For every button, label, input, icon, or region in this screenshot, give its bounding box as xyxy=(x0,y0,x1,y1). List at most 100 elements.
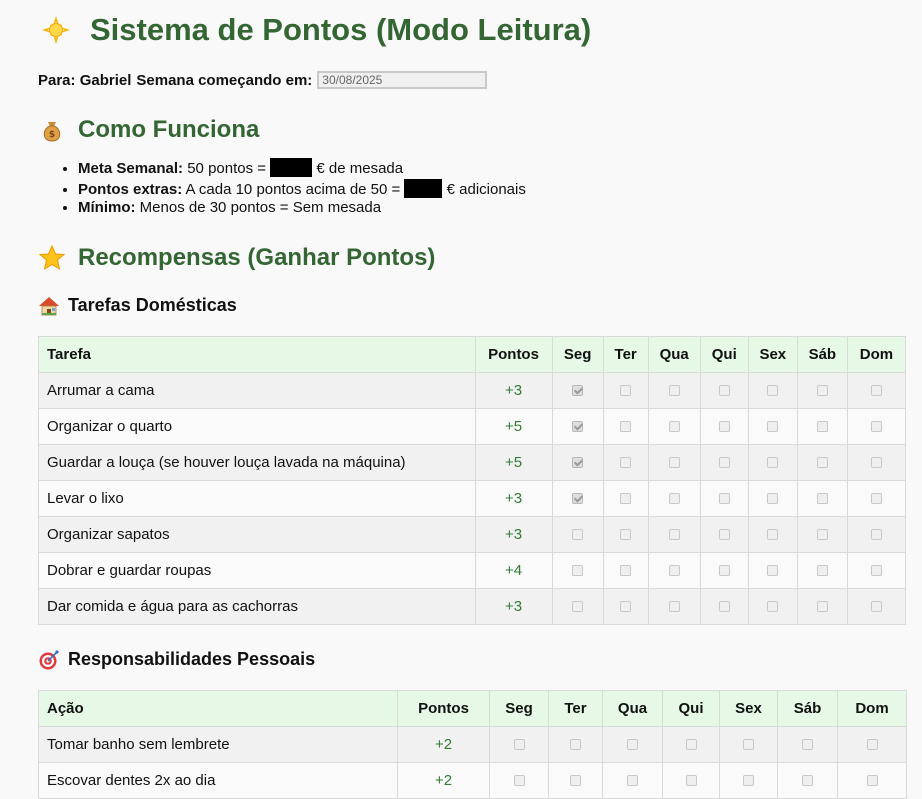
day-checkbox-seg[interactable] xyxy=(572,385,584,397)
day-checkbox-qua[interactable] xyxy=(668,421,680,433)
day-cell xyxy=(846,479,907,517)
day-cell xyxy=(837,761,907,799)
day-checkbox-qua[interactable] xyxy=(668,529,680,541)
day-checkbox-ter[interactable] xyxy=(620,385,632,397)
week-start-label: Semana começando em: xyxy=(136,71,313,89)
day-checkbox-sex[interactable] xyxy=(767,421,779,433)
day-cell xyxy=(602,551,649,589)
day-checkbox-ter[interactable] xyxy=(620,421,632,433)
day-checkbox-qua[interactable] xyxy=(668,385,680,397)
day-cell xyxy=(747,479,798,517)
day-checkbox-dom[interactable] xyxy=(870,457,882,469)
day-checkbox-sáb[interactable] xyxy=(816,529,828,541)
day-cell xyxy=(699,479,749,517)
day-checkbox-seg[interactable] xyxy=(572,565,584,577)
day-checkbox-seg[interactable] xyxy=(572,421,584,433)
day-cell xyxy=(602,761,663,799)
task-points: +5 xyxy=(474,443,553,481)
day-checkbox-sex[interactable] xyxy=(743,775,754,787)
day-checkbox-qui[interactable] xyxy=(718,493,730,505)
day-checkbox-sáb[interactable] xyxy=(802,775,813,787)
day-cell xyxy=(602,479,649,517)
day-checkbox-qui[interactable] xyxy=(685,739,697,751)
day-checkbox-qui[interactable] xyxy=(718,457,730,469)
rule-item: Meta Semanal: 50 pontos = € de mesada xyxy=(78,158,906,179)
day-checkbox-dom[interactable] xyxy=(870,565,882,577)
day-checkbox-qui[interactable] xyxy=(718,385,730,397)
day-cell xyxy=(777,725,838,763)
day-checkbox-sáb[interactable] xyxy=(816,385,828,397)
day-checkbox-sex[interactable] xyxy=(767,385,779,397)
day-checkbox-sáb[interactable] xyxy=(816,421,828,433)
day-checkbox-sex[interactable] xyxy=(767,457,779,469)
day-checkbox-qui[interactable] xyxy=(718,565,730,577)
day-checkbox-seg[interactable] xyxy=(513,739,525,751)
day-cell xyxy=(699,443,749,481)
week-start-input[interactable] xyxy=(317,71,488,89)
day-checkbox-seg[interactable] xyxy=(572,493,584,505)
day-checkbox-qua[interactable] xyxy=(668,493,680,505)
day-checkbox-sex[interactable] xyxy=(767,565,779,577)
day-checkbox-sex[interactable] xyxy=(743,739,754,751)
day-checkbox-qui[interactable] xyxy=(718,601,730,613)
day-checkbox-sáb[interactable] xyxy=(816,601,828,613)
day-checkbox-sáb[interactable] xyxy=(802,739,813,751)
col-header-day: Ter xyxy=(548,689,603,727)
task-name: Guardar a louça (se houver louça lavada … xyxy=(38,443,476,481)
day-cell xyxy=(796,371,848,409)
rewards-title: Recompensas (Ganhar Pontos) xyxy=(78,243,436,271)
col-header-day: Sáb xyxy=(796,335,848,373)
day-cell xyxy=(647,479,701,517)
col-header-day: Qua xyxy=(647,335,701,373)
day-checkbox-dom[interactable] xyxy=(870,529,882,541)
day-checkbox-qua[interactable] xyxy=(668,457,680,469)
day-cell xyxy=(699,515,749,553)
day-checkbox-sex[interactable] xyxy=(767,529,779,541)
star-icon xyxy=(38,244,66,272)
day-checkbox-sáb[interactable] xyxy=(816,457,828,469)
day-checkbox-ter[interactable] xyxy=(620,493,632,505)
day-checkbox-dom[interactable] xyxy=(870,493,882,505)
day-checkbox-seg[interactable] xyxy=(572,529,584,541)
day-checkbox-qua[interactable] xyxy=(668,601,680,613)
day-checkbox-qui[interactable] xyxy=(685,775,697,787)
day-checkbox-ter[interactable] xyxy=(620,457,632,469)
day-checkbox-qua[interactable] xyxy=(627,739,638,751)
day-cell xyxy=(777,761,838,799)
task-name: Tomar banho sem lembrete xyxy=(38,725,398,763)
day-checkbox-ter[interactable] xyxy=(570,775,581,787)
day-checkbox-sáb[interactable] xyxy=(816,493,828,505)
day-cell xyxy=(796,443,848,481)
day-checkbox-dom[interactable] xyxy=(866,739,878,751)
day-cell xyxy=(647,407,701,445)
day-checkbox-seg[interactable] xyxy=(572,457,584,469)
day-checkbox-ter[interactable] xyxy=(620,529,632,541)
day-checkbox-seg[interactable] xyxy=(513,775,525,787)
day-checkbox-dom[interactable] xyxy=(866,775,878,787)
rule-label: Mínimo: xyxy=(78,199,136,216)
how-it-works-title: Como Funciona xyxy=(78,116,260,143)
day-checkbox-ter[interactable] xyxy=(620,565,632,577)
day-checkbox-qui[interactable] xyxy=(718,529,730,541)
day-cell xyxy=(548,761,603,799)
day-checkbox-ter[interactable] xyxy=(620,601,632,613)
day-checkbox-dom[interactable] xyxy=(870,421,882,433)
task-points: +4 xyxy=(474,551,553,589)
task-points: +2 xyxy=(397,725,490,763)
task-name: Organizar sapatos xyxy=(38,515,476,553)
day-checkbox-dom[interactable] xyxy=(870,385,882,397)
personal-title: Responsabilidades Pessoais xyxy=(68,649,316,669)
day-checkbox-ter[interactable] xyxy=(570,739,581,751)
task-name: Escovar dentes 2x ao dia xyxy=(38,761,398,799)
day-cell xyxy=(796,407,848,445)
day-checkbox-qua[interactable] xyxy=(668,565,680,577)
day-checkbox-qua[interactable] xyxy=(627,775,638,787)
day-checkbox-dom[interactable] xyxy=(870,601,882,613)
day-checkbox-sex[interactable] xyxy=(767,493,779,505)
day-checkbox-sáb[interactable] xyxy=(816,565,828,577)
day-checkbox-seg[interactable] xyxy=(572,601,584,613)
day-checkbox-sex[interactable] xyxy=(767,601,779,613)
for-label: Para: Gabriel xyxy=(38,71,132,89)
day-cell xyxy=(647,371,701,409)
day-checkbox-qui[interactable] xyxy=(718,421,730,433)
